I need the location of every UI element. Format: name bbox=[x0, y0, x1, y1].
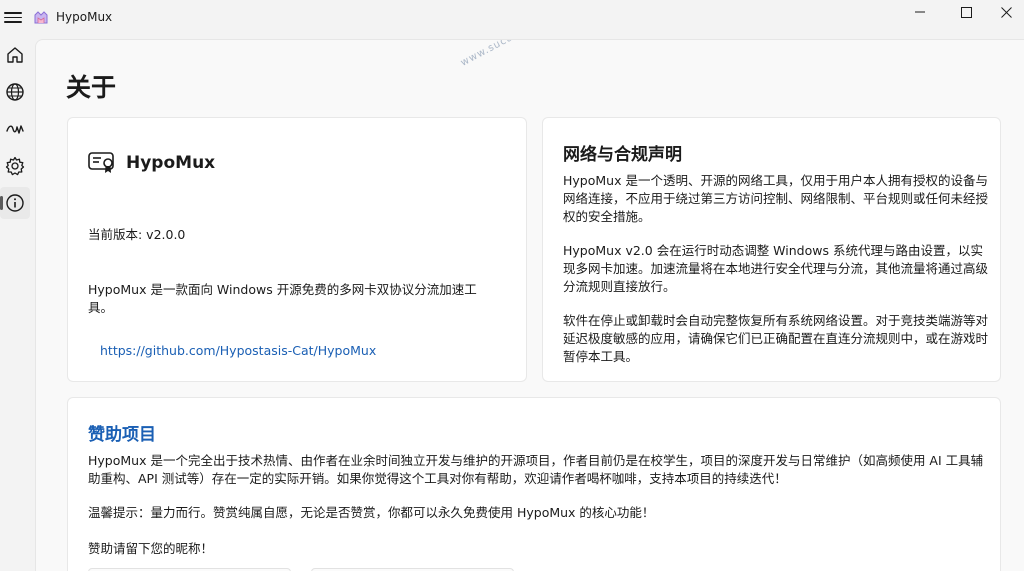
close-button[interactable] bbox=[989, 0, 1024, 24]
minimize-button[interactable] bbox=[897, 0, 943, 24]
close-icon bbox=[1001, 6, 1012, 18]
main-content: 关于 HypoMux 当前版本: v2.0.0 HypoMux 是一款面向 Wi… bbox=[35, 39, 1024, 571]
watermark-text: www.sucaizy.com bbox=[459, 39, 555, 69]
certificate-icon bbox=[88, 152, 114, 173]
maximize-button[interactable] bbox=[943, 0, 989, 24]
app-info-card: HypoMux 当前版本: v2.0.0 HypoMux 是一款面向 Windo… bbox=[67, 117, 527, 382]
version-text: 当前版本: v2.0.0 bbox=[88, 227, 186, 242]
app-description: HypoMux 是一款面向 Windows 开源免费的多网卡双协议分流加速工具。 bbox=[88, 282, 477, 315]
legal-paragraph: HypoMux v2.0 会在运行时动态调整 Windows 系统代理与路由设置… bbox=[563, 243, 989, 294]
app-title: HypoMux bbox=[56, 10, 113, 24]
legal-paragraph: 软件在停止或卸载时会自动完整恢复所有系统网络设置。对于竞技类端游等对延迟极度敏感… bbox=[563, 313, 989, 364]
minimize-icon bbox=[915, 11, 925, 13]
legal-paragraph: HypoMux 是一个透明、开源的网络工具，仅用于用户本人拥有授权的设备与网络连… bbox=[563, 173, 989, 224]
routing-icon bbox=[6, 125, 24, 134]
home-icon bbox=[7, 47, 23, 63]
legal-notice-card: 网络与合规声明 HypoMux 是一个透明、开源的网络工具，仅用于用户本人拥有授… bbox=[542, 117, 1001, 382]
sponsor-title: 赞助项目 bbox=[88, 425, 156, 445]
app-logo-icon bbox=[34, 11, 48, 24]
app-name: HypoMux bbox=[126, 153, 216, 173]
page-title: 关于 bbox=[66, 73, 117, 102]
sponsor-tip: 温馨提示：量力而行。赞赏纯属自愿，无论是否赞赏，你都可以永久免费使用 HypoM… bbox=[88, 505, 655, 520]
maximize-icon bbox=[960, 6, 972, 18]
repo-link[interactable]: https://github.com/Hypostasis-Cat/HypoMu… bbox=[100, 343, 376, 358]
nav-item-about[interactable] bbox=[0, 187, 30, 219]
nav-item-home[interactable] bbox=[0, 39, 30, 71]
nav-item-settings[interactable] bbox=[0, 150, 30, 182]
hamburger-menu-icon[interactable] bbox=[4, 9, 24, 27]
sponsor-card: 赞助项目 HypoMux 是一个完全出于技术热情、由作者在业余时间独立开发与维护… bbox=[67, 397, 1001, 571]
globe-icon bbox=[6, 83, 24, 101]
legal-title: 网络与合规声明 bbox=[563, 145, 682, 165]
gear-icon bbox=[5, 156, 25, 176]
nav-item-routing[interactable] bbox=[0, 113, 30, 145]
title-bar: HypoMux bbox=[0, 0, 1024, 38]
sponsor-nickname-prompt: 赞助请留下您的昵称！ bbox=[88, 541, 214, 556]
app-header: HypoMux bbox=[88, 150, 215, 176]
navigation-pane bbox=[0, 38, 34, 571]
nav-item-network[interactable] bbox=[0, 76, 30, 108]
info-icon bbox=[6, 194, 24, 212]
sponsor-paragraph: HypoMux 是一个完全出于技术热情、由作者在业余时间独立开发与维护的开源项目… bbox=[88, 453, 984, 486]
